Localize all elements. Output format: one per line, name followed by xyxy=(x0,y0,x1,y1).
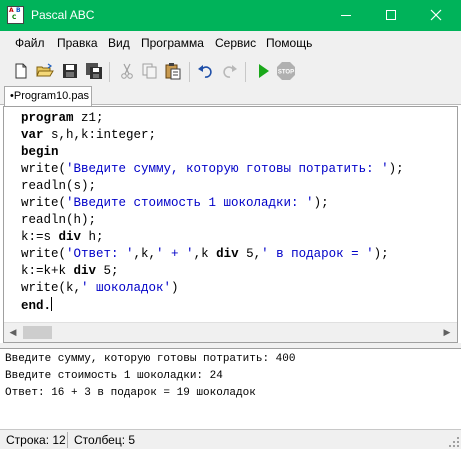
code-line: readln(h); xyxy=(21,212,96,229)
code-text: s,h,k:integer; xyxy=(43,128,157,142)
status-separator xyxy=(67,432,68,448)
code-text: h; xyxy=(81,230,104,244)
code-text: ) xyxy=(171,281,179,295)
code-text: 5, xyxy=(238,247,262,261)
keyword: var xyxy=(21,128,44,142)
minimize-icon xyxy=(341,15,351,16)
keyword: div xyxy=(73,264,97,278)
text-cursor xyxy=(51,297,53,311)
status-bar: Строка: 12 Столбец: 5 xyxy=(0,429,461,449)
code-text: write( xyxy=(21,247,67,261)
code-text: k:=k+k xyxy=(21,264,74,278)
toolbar-separator xyxy=(245,62,246,82)
menu-file[interactable]: Файл xyxy=(15,36,45,50)
code-line: program z1; xyxy=(21,110,104,127)
new-file-icon[interactable] xyxy=(12,62,30,80)
menu-service[interactable]: Сервис xyxy=(215,36,256,50)
app-icon-letter-c: C xyxy=(12,14,17,21)
menu-view[interactable]: Вид xyxy=(108,36,130,50)
title-bar: A B C Pascal ABC xyxy=(0,0,461,31)
string-literal: 'Ответ: ' xyxy=(66,247,134,261)
code-text: k:=s xyxy=(21,230,59,244)
status-column: Столбец: 5 xyxy=(74,433,136,447)
code-line: readln(s); xyxy=(21,178,96,195)
undo-icon[interactable] xyxy=(197,62,215,80)
code-text: write( xyxy=(21,196,67,210)
code-text: 5; xyxy=(96,264,119,278)
toolbar-separator xyxy=(109,62,110,82)
output-line: Введите стоимость 1 шоколадки: 24 xyxy=(5,370,223,382)
horizontal-scrollbar[interactable]: ◀ ▶ xyxy=(4,322,457,342)
scroll-right-icon[interactable]: ▶ xyxy=(441,327,453,339)
tab-strip: •Program10.pas xyxy=(0,86,461,106)
minimize-button[interactable] xyxy=(323,0,369,31)
status-line: Строка: 12 xyxy=(6,433,66,447)
app-icon[interactable]: A B C xyxy=(7,6,24,24)
string-literal: ' шоколадок' xyxy=(81,281,172,295)
string-literal: 'Введите стоимость 1 шоколадки: ' xyxy=(66,196,314,210)
code-text: write( xyxy=(21,162,67,176)
code-text: write(k, xyxy=(21,281,82,295)
code-text: ); xyxy=(373,247,389,261)
app-icon-letter-b: B xyxy=(16,7,21,14)
tab-program10[interactable]: •Program10.pas xyxy=(4,86,92,106)
keyword: end xyxy=(21,299,44,313)
keyword: begin xyxy=(21,145,59,159)
code-line: write('Введите сумму, которую готовы пот… xyxy=(21,161,404,178)
menu-help[interactable]: Помощь xyxy=(266,36,312,50)
window-title: Pascal ABC xyxy=(31,8,95,22)
string-literal: ' + ' xyxy=(156,247,194,261)
code-line: var s,h,k:integer; xyxy=(21,127,156,144)
resize-grip-icon[interactable] xyxy=(449,437,459,447)
paste-icon[interactable] xyxy=(164,62,182,80)
scroll-left-icon[interactable]: ◀ xyxy=(7,327,19,339)
redo-icon[interactable] xyxy=(220,62,238,80)
menu-program[interactable]: Программа xyxy=(141,36,204,50)
output-line: Ответ: 16 + 3 в подарок = 19 шоколадок xyxy=(5,387,256,399)
keyword: div xyxy=(216,247,239,261)
string-literal: ' в подарок = ' xyxy=(261,247,374,261)
code-line: write('Ответ: ',k,' + ',k div 5,' в пода… xyxy=(21,246,389,263)
code-line: begin xyxy=(21,144,59,161)
code-line: k:=s div h; xyxy=(21,229,104,246)
string-literal: 'Введите сумму, которую готовы потратить… xyxy=(66,162,389,176)
maximize-button[interactable] xyxy=(368,0,414,31)
toolbar: STOP xyxy=(0,56,461,86)
code-text: ,k, xyxy=(133,247,157,261)
output-pane[interactable]: Введите сумму, которую готовы потратить:… xyxy=(0,348,461,429)
maximize-icon xyxy=(386,10,396,20)
menu-bar: Файл Правка Вид Программа Сервис Помощь xyxy=(0,31,461,56)
code-line: end. xyxy=(21,297,53,315)
code-text: z1; xyxy=(73,111,104,125)
code-text: ,k xyxy=(193,247,217,261)
stop-label: STOP xyxy=(278,70,294,76)
run-icon[interactable] xyxy=(254,62,272,80)
stop-icon[interactable]: STOP xyxy=(276,61,296,81)
code-line: k:=k+k div 5; xyxy=(21,263,119,280)
menu-edit[interactable]: Правка xyxy=(57,36,98,50)
toolbar-separator xyxy=(189,62,190,82)
output-line: Введите сумму, которую готовы потратить:… xyxy=(5,353,296,365)
cut-icon[interactable] xyxy=(118,62,136,80)
close-icon xyxy=(430,9,442,21)
code-line: write(k,' шоколадок') xyxy=(21,280,179,297)
code-text: . xyxy=(43,299,52,313)
keyword: div xyxy=(58,230,82,244)
save-icon[interactable] xyxy=(61,62,79,80)
scrollbar-thumb[interactable] xyxy=(23,326,52,339)
code-text: ); xyxy=(388,162,404,176)
save-all-icon[interactable] xyxy=(85,62,103,80)
code-text: readln(s); xyxy=(21,179,97,193)
keyword: program xyxy=(21,111,74,125)
code-area[interactable]: program z1; var s,h,k:integer; begin wri… xyxy=(4,107,457,322)
open-folder-icon[interactable] xyxy=(36,62,54,80)
close-button[interactable] xyxy=(413,0,459,31)
code-text: ); xyxy=(313,196,329,210)
code-text: readln(h); xyxy=(21,213,97,227)
code-line: write('Введите стоимость 1 шоколадки: ')… xyxy=(21,195,329,212)
copy-icon[interactable] xyxy=(141,62,159,80)
code-editor[interactable]: program z1; var s,h,k:integer; begin wri… xyxy=(3,106,458,343)
